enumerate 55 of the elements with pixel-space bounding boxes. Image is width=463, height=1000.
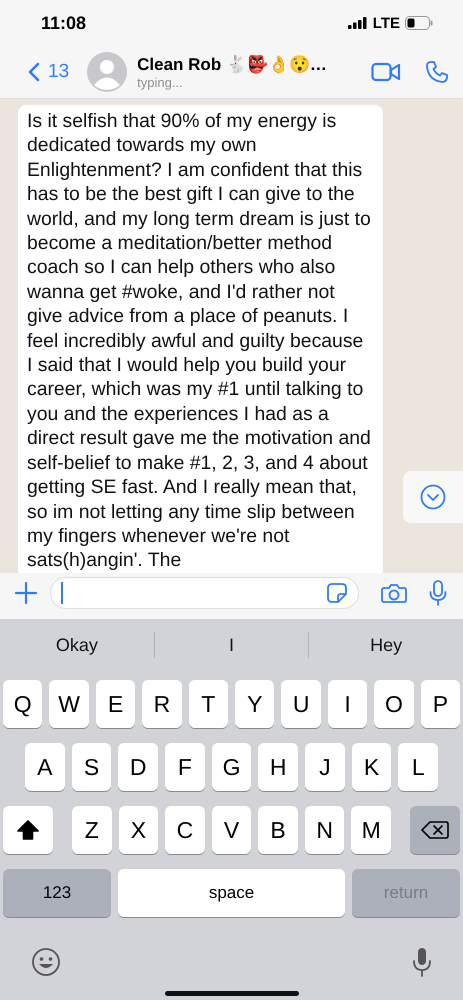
key[interactable]: C	[165, 806, 205, 854]
key[interactable]: Q	[3, 680, 42, 728]
key[interactable]: P	[420, 680, 460, 728]
shift-key[interactable]	[3, 806, 53, 854]
key[interactable]: W	[49, 680, 89, 728]
backspace-key[interactable]	[410, 806, 460, 854]
key[interactable]: O	[374, 680, 414, 728]
typing-status: typing...	[137, 75, 184, 90]
phone-icon[interactable]	[425, 60, 449, 84]
chevron-left-icon	[28, 62, 40, 82]
camera-icon[interactable]	[381, 582, 407, 604]
video-call-icon[interactable]	[371, 62, 401, 82]
key[interactable]: V	[212, 806, 252, 854]
key[interactable]: F	[165, 743, 205, 791]
chevron-down-icon	[420, 484, 446, 510]
key[interactable]: Y	[235, 680, 274, 728]
backspace-icon	[421, 820, 450, 840]
key[interactable]: G	[212, 743, 252, 791]
key[interactable]: H	[258, 743, 298, 791]
suggestion-button[interactable]: I	[154, 634, 308, 656]
key[interactable]: M	[351, 806, 392, 854]
key[interactable]: D	[118, 743, 158, 791]
suggestion-button[interactable]: Hey	[309, 634, 463, 656]
plus-icon[interactable]	[14, 581, 38, 605]
signal-icon	[348, 17, 368, 29]
key[interactable]: N	[304, 806, 344, 854]
key[interactable]: Z	[72, 806, 112, 854]
message-text: Is it selfish that 90% of my energy is dedicated towards my own Enlightenment? I am confident that this has to be the best gift I can give to the world, and my long term dream is just to become a meditation/better method coach so I can help others who also wanna get #woke, and I'd rather not give advice from a place of peanuts. I feel incredibly awful and guilty because I said that I would help you build your career, which was my #1 until talking to you and the experiences I had as a direct result gave me the motivation and self-belief to make #1, 2, 3, and 4 about getting SE fast. And I really mean that, so im not letting any time slip between my fingers whenever we're not sats(h)angin'. The	[27, 109, 372, 573]
key[interactable]: S	[72, 743, 112, 791]
emoji-icon[interactable]	[31, 947, 61, 977]
key[interactable]: E	[96, 680, 136, 728]
scroll-down-button[interactable]	[403, 471, 463, 523]
space-key[interactable]: space	[118, 869, 345, 917]
suggestion-button[interactable]: Okay	[0, 634, 154, 656]
key[interactable]: K	[352, 743, 392, 791]
numbers-key[interactable]: 123	[3, 869, 111, 917]
contact-name[interactable]: Clean Rob 🐇👺👌😯…	[137, 54, 361, 75]
key[interactable]: J	[305, 743, 345, 791]
key[interactable]: A	[25, 743, 65, 791]
back-button[interactable]: 13	[14, 61, 70, 83]
network-label: LTE	[372, 14, 400, 32]
key[interactable]: X	[118, 806, 158, 854]
key[interactable]: L	[398, 743, 438, 791]
key[interactable]: I	[328, 680, 368, 728]
message-input[interactable]	[50, 577, 359, 609]
key[interactable]: U	[281, 680, 321, 728]
status-time: 11:08	[41, 12, 86, 34]
key[interactable]: B	[258, 806, 298, 854]
dictation-icon[interactable]	[412, 947, 432, 977]
shift-icon	[17, 820, 39, 840]
sticker-icon[interactable]	[326, 582, 348, 604]
battery-icon	[405, 16, 433, 30]
microphone-icon[interactable]	[429, 580, 447, 606]
key[interactable]: R	[142, 680, 182, 728]
key[interactable]: T	[188, 680, 228, 728]
